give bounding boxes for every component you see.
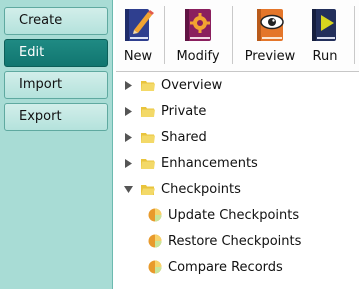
toolbar-separator	[354, 6, 355, 64]
preview-button[interactable]: Preview	[241, 6, 299, 68]
book-gear-icon	[185, 9, 211, 41]
expand-arrow-icon[interactable]	[121, 104, 135, 118]
expand-arrow-icon[interactable]	[121, 130, 135, 144]
toolbar-separator	[164, 6, 165, 64]
run-button-label: Run	[312, 49, 338, 64]
folder-open-icon	[141, 184, 155, 195]
folder-icon	[141, 158, 155, 169]
checkpoint-item-icon	[148, 234, 162, 248]
tree-item-update-checkpoints[interactable]: Update Checkpoints	[148, 203, 299, 227]
tree-item-compare-records[interactable]: Compare Records	[148, 255, 283, 279]
tree-folder-label: Overview	[161, 77, 223, 93]
sidebar-item-export[interactable]: Export	[4, 103, 108, 131]
sidebar-item-edit[interactable]: Edit	[4, 39, 108, 67]
tree-folder-checkpoints[interactable]: Checkpoints	[121, 177, 241, 201]
modify-button-label: Modify	[176, 49, 220, 64]
tree-item-label: Update Checkpoints	[168, 207, 300, 223]
preview-button-label: Preview	[244, 49, 296, 64]
toolbar: New Modify Preview Run	[116, 0, 359, 72]
new-button-label: New	[123, 49, 153, 64]
tree-item-label: Restore Checkpoints	[168, 233, 302, 249]
tree-item-label: Compare Records	[168, 259, 283, 275]
sidebar-item-import[interactable]: Import	[4, 71, 108, 99]
modify-button[interactable]: Modify	[171, 6, 225, 68]
sidebar-item-create[interactable]: Create	[4, 7, 108, 35]
folder-icon	[141, 132, 155, 143]
tree-folder-overview[interactable]: Overview	[121, 73, 222, 97]
collapse-arrow-icon[interactable]	[121, 182, 135, 196]
book-eye-icon	[257, 9, 284, 41]
tree-view: Overview Private Shared Enhancements Che…	[116, 73, 359, 289]
sidebar: Create Edit Import Export	[0, 0, 113, 289]
tree-folder-label: Checkpoints	[161, 181, 241, 197]
folder-icon	[141, 80, 155, 91]
folder-icon	[141, 106, 155, 117]
new-button[interactable]: New	[118, 6, 158, 68]
run-button[interactable]: Run	[307, 6, 343, 68]
tree-folder-enhancements[interactable]: Enhancements	[121, 151, 258, 175]
book-play-icon	[312, 9, 336, 41]
checkpoint-item-icon	[148, 260, 162, 274]
tree-folder-label: Enhancements	[161, 155, 258, 171]
toolbar-separator	[232, 6, 233, 64]
tree-folder-private[interactable]: Private	[121, 99, 206, 123]
expand-arrow-icon[interactable]	[121, 156, 135, 170]
book-pencil-icon	[125, 9, 154, 41]
tree-folder-shared[interactable]: Shared	[121, 125, 207, 149]
expand-arrow-icon[interactable]	[121, 78, 135, 92]
tree-item-restore-checkpoints[interactable]: Restore Checkpoints	[148, 229, 301, 253]
checkpoint-item-icon	[148, 208, 162, 222]
tree-folder-label: Shared	[161, 129, 207, 145]
tree-folder-label: Private	[161, 103, 207, 119]
